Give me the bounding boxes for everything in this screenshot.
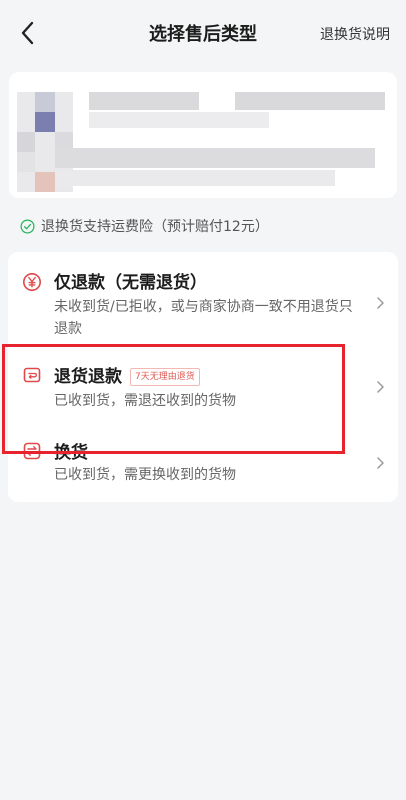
product-spec-placeholder	[55, 170, 335, 186]
back-button[interactable]	[14, 20, 40, 46]
chevron-right-icon	[377, 297, 384, 309]
insurance-text: 退换货支持运费险（预计赔付12元）	[41, 219, 269, 235]
check-circle-icon	[20, 219, 35, 233]
highlight-annotation-box	[2, 344, 345, 454]
product-spec-placeholder	[55, 148, 375, 168]
chevron-right-icon	[377, 381, 384, 393]
product-image-tile	[35, 172, 55, 192]
shipping-insurance-note: 退换货支持运费险（预计赔付12元）	[20, 216, 269, 236]
product-image-tile	[17, 132, 35, 152]
product-title-placeholder	[235, 92, 385, 110]
header-bar: 选择售后类型 退换货说明	[0, 0, 406, 66]
product-card[interactable]	[9, 72, 397, 198]
product-title-placeholder	[89, 92, 199, 110]
return-policy-link[interactable]: 退换货说明	[320, 24, 390, 44]
yen-icon	[23, 273, 41, 291]
option-description: 未收到货/已拒收，或与商家协商一致不用退货只退款	[54, 299, 353, 337]
chevron-right-icon	[377, 457, 384, 469]
product-image-tile	[35, 112, 55, 132]
product-image-tile	[17, 152, 35, 172]
option-title: 仅退款（无需退货）	[54, 273, 207, 293]
chevron-left-icon	[21, 21, 34, 45]
product-title-placeholder	[89, 112, 269, 128]
option-refund-only[interactable]: 仅退款（无需退货） 未收到货/已拒收，或与商家协商一致不用退货只退款	[8, 266, 398, 354]
product-image-tile	[35, 92, 55, 112]
option-description: 已收到货，需更换收到的货物	[54, 467, 236, 483]
